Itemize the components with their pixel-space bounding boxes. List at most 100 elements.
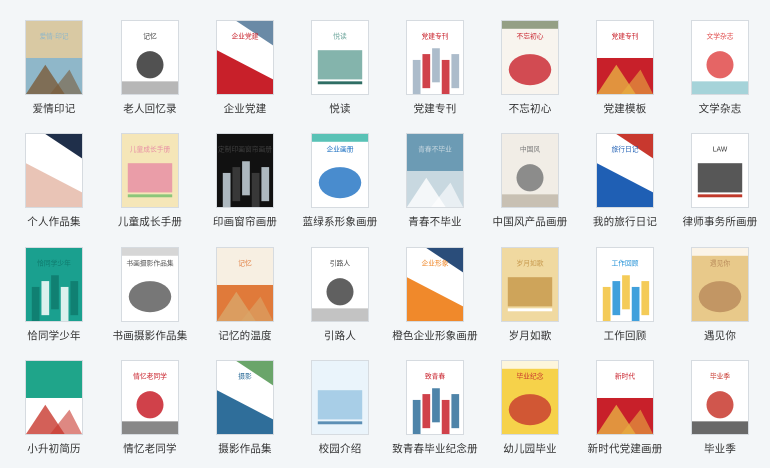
template-cover-thumbnail[interactable]: 企业党建 [216, 20, 274, 95]
template-title[interactable]: 企业党建 [197, 101, 293, 116]
template-title[interactable]: 毕业季 [672, 441, 768, 456]
template-card[interactable]: 情忆老同学 情忆老同学 [102, 360, 198, 468]
cover-title: 党建专刊 [422, 31, 449, 40]
template-title[interactable]: 中国风产品画册 [482, 214, 578, 229]
template-title[interactable]: 校园介绍 [292, 441, 388, 456]
template-title[interactable]: 个人作品集 [6, 214, 102, 229]
template-cover-thumbnail[interactable]: 定制印画窗帘画册 [216, 133, 274, 208]
template-cover-thumbnail[interactable]: 书画摄影作品集 [121, 247, 179, 322]
template-card[interactable]: 小升初简历 [6, 360, 102, 468]
template-title[interactable]: 橙色企业形象画册 [387, 328, 483, 343]
template-title[interactable]: 爱情印记 [6, 101, 102, 116]
template-cover-thumbnail[interactable]: 儿童成长手册 [121, 133, 179, 208]
template-title[interactable]: 悦读 [292, 101, 388, 116]
template-title[interactable]: 岁月如歌 [482, 328, 578, 343]
template-cover-thumbnail[interactable]: 摄影 [216, 360, 274, 435]
template-cover-thumbnail[interactable]: 遇见你 [691, 247, 749, 322]
template-cover-thumbnail[interactable]: 爱情·印记 [25, 20, 83, 95]
template-cover-thumbnail[interactable] [25, 360, 83, 435]
template-card[interactable]: 恰同学少年 恰同学少年 [6, 247, 102, 359]
template-title[interactable]: 遇见你 [672, 328, 768, 343]
template-title[interactable]: 书画摄影作品集 [102, 328, 198, 343]
template-card[interactable]: 儿童成长手册 儿童成长手册 [102, 133, 198, 245]
template-card[interactable]: 书画摄影作品集 书画摄影作品集 [102, 247, 198, 359]
template-card[interactable]: 中国风中国风产品画册 [482, 133, 578, 245]
template-title[interactable]: 小升初简历 [6, 441, 102, 456]
template-title[interactable]: 儿童成长手册 [102, 214, 198, 229]
ink-painting-icon: 记忆 [122, 21, 178, 94]
template-title[interactable]: 记忆的温度 [197, 328, 293, 343]
template-title[interactable]: 蓝绿系形象画册 [292, 214, 388, 229]
template-title[interactable]: 引路人 [292, 328, 388, 343]
template-cover-thumbnail[interactable]: 新时代 [596, 360, 654, 435]
template-cover-thumbnail[interactable]: 中国风 [501, 133, 559, 208]
template-title[interactable]: 新时代党建画册 [577, 441, 673, 456]
template-card[interactable]: 定制印画窗帘画册印画窗帘画册 [197, 133, 293, 245]
template-cover-thumbnail[interactable]: 岁月如歌 [501, 247, 559, 322]
template-title[interactable]: 我的旅行日记 [577, 214, 673, 229]
template-cover-thumbnail[interactable]: LAW [691, 133, 749, 208]
template-title[interactable]: 律师事务所画册 [672, 214, 768, 229]
template-title[interactable]: 致青春毕业纪念册 [387, 441, 483, 456]
template-title[interactable]: 工作回顾 [577, 328, 673, 343]
template-card[interactable]: 新时代新时代党建画册 [577, 360, 673, 468]
template-cover-thumbnail[interactable] [25, 133, 83, 208]
template-cover-thumbnail[interactable]: 工作回顾 [596, 247, 654, 322]
template-card[interactable]: LAW 律师事务所画册 [672, 133, 768, 245]
template-card[interactable]: 遇见你 遇见你 [672, 247, 768, 359]
template-title[interactable]: 不忘初心 [482, 101, 578, 116]
template-cover-thumbnail[interactable] [311, 360, 369, 435]
template-title[interactable]: 情忆老同学 [102, 441, 198, 456]
template-title[interactable]: 党建模板 [577, 101, 673, 116]
template-cover-thumbnail[interactable]: 情忆老同学 [121, 360, 179, 435]
template-card[interactable]: 企业画册蓝绿系形象画册 [292, 133, 388, 245]
template-cover-thumbnail[interactable]: 引路人 [311, 247, 369, 322]
template-card[interactable]: 毕业季 毕业季 [672, 360, 768, 468]
template-title[interactable]: 幼儿园毕业 [482, 441, 578, 456]
template-cover-thumbnail[interactable]: 悦读 [311, 20, 369, 95]
template-card[interactable]: 文学杂志 文学杂志 [672, 20, 768, 132]
template-card[interactable]: 致青春致青春毕业纪念册 [387, 360, 483, 468]
template-card[interactable]: 青春不毕业 青春不毕业 [387, 133, 483, 245]
template-title[interactable]: 恰同学少年 [6, 328, 102, 343]
template-title[interactable]: 青春不毕业 [387, 214, 483, 229]
template-card[interactable]: 企业形象橙色企业形象画册 [387, 247, 483, 359]
template-cover-thumbnail[interactable]: 毕业季 [691, 360, 749, 435]
template-card[interactable]: 个人作品集 [6, 133, 102, 245]
student-photo-icon [26, 361, 82, 434]
template-card[interactable]: 摄影 摄影作品集 [197, 360, 293, 468]
template-cover-thumbnail[interactable]: 旅行日记 [596, 133, 654, 208]
template-card[interactable]: 校园介绍 [292, 360, 388, 468]
template-card[interactable]: 记忆 记忆的温度 [197, 247, 293, 359]
template-card[interactable]: 党建专刊 党建专刊 [387, 20, 483, 132]
template-cover-thumbnail[interactable]: 企业形象 [406, 247, 464, 322]
sunset-icon: 遇见你 [692, 248, 748, 321]
template-title[interactable]: 文学杂志 [672, 101, 768, 116]
template-card[interactable]: 旅行日记我的旅行日记 [577, 133, 673, 245]
template-card[interactable]: 工作回顾 工作回顾 [577, 247, 673, 359]
template-card[interactable]: 悦读 悦读 [292, 20, 388, 132]
template-card[interactable]: 企业党建 企业党建 [197, 20, 293, 132]
template-card[interactable]: 岁月如歌 岁月如歌 [482, 247, 578, 359]
template-title[interactable]: 党建专刊 [387, 101, 483, 116]
template-card[interactable]: 不忘初心 不忘初心 [482, 20, 578, 132]
template-card[interactable]: 爱情·印记爱情印记 [6, 20, 102, 132]
template-cover-thumbnail[interactable]: 不忘初心 [501, 20, 559, 95]
template-title[interactable]: 老人回忆录 [102, 101, 198, 116]
template-cover-thumbnail[interactable]: 党建专刊 [406, 20, 464, 95]
template-card[interactable]: 引路人 引路人 [292, 247, 388, 359]
template-title[interactable]: 印画窗帘画册 [197, 214, 293, 229]
template-cover-thumbnail[interactable]: 文学杂志 [691, 20, 749, 95]
template-cover-thumbnail[interactable]: 致青春 [406, 360, 464, 435]
template-cover-thumbnail[interactable]: 党建专刊 [596, 20, 654, 95]
template-cover-thumbnail[interactable]: 企业画册 [311, 133, 369, 208]
template-card[interactable]: 毕业纪念 幼儿园毕业 [482, 360, 578, 468]
template-cover-thumbnail[interactable]: 记忆 [121, 20, 179, 95]
template-cover-thumbnail[interactable]: 毕业纪念 [501, 360, 559, 435]
template-card[interactable]: 党建专刊 党建模板 [577, 20, 673, 132]
template-cover-thumbnail[interactable]: 恰同学少年 [25, 247, 83, 322]
template-card[interactable]: 记忆 老人回忆录 [102, 20, 198, 132]
template-title[interactable]: 摄影作品集 [197, 441, 293, 456]
template-cover-thumbnail[interactable]: 记忆 [216, 247, 274, 322]
template-cover-thumbnail[interactable]: 青春不毕业 [406, 133, 464, 208]
